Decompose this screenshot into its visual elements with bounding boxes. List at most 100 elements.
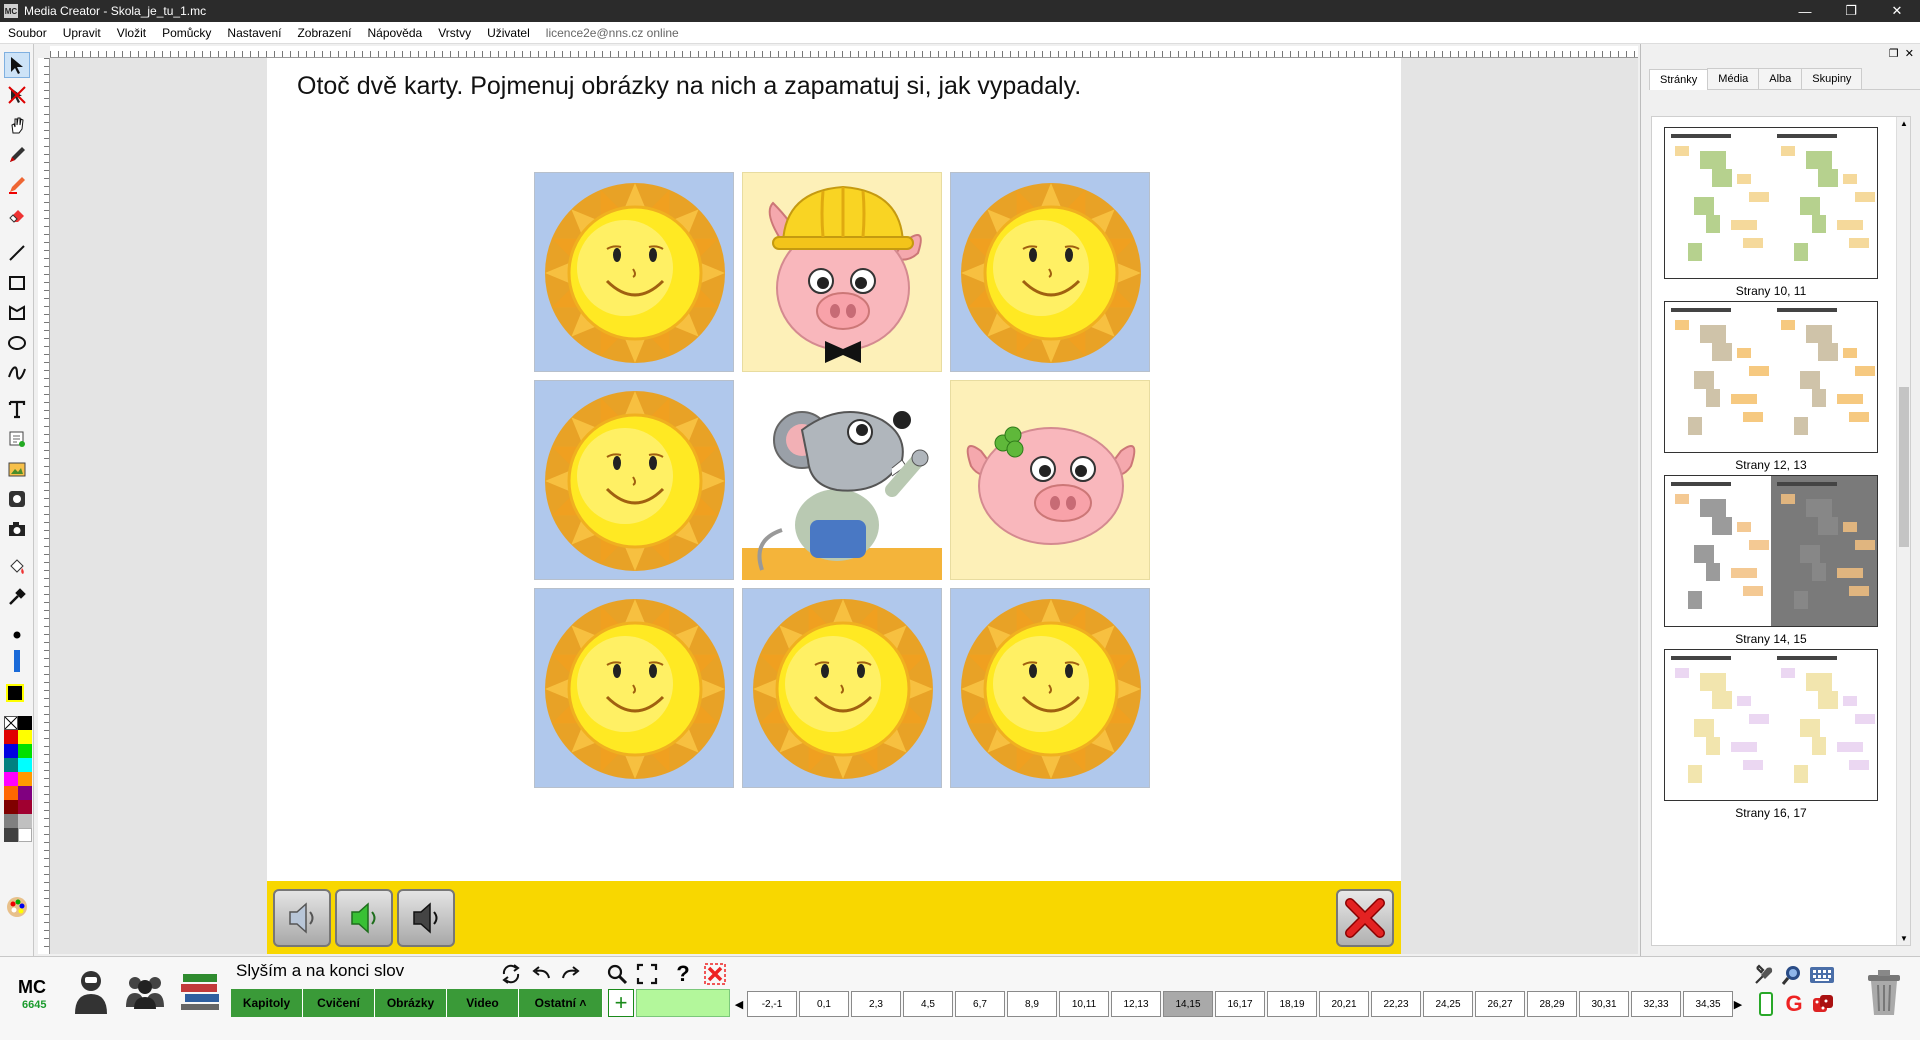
page-button[interactable]: 2,3 <box>851 991 901 1017</box>
maximize-button[interactable]: ❐ <box>1828 0 1874 22</box>
page-button[interactable]: 6,7 <box>955 991 1005 1017</box>
text-icon[interactable] <box>4 396 30 422</box>
color-crimson-icon[interactable] <box>18 800 32 814</box>
help-icon[interactable]: ? <box>672 961 694 987</box>
current-color-icon[interactable] <box>6 684 24 702</box>
tab-media[interactable]: Média <box>1707 68 1760 89</box>
keyboard-icon[interactable] <box>1808 963 1836 987</box>
color-green-icon[interactable] <box>18 744 32 758</box>
panel-close-icon[interactable]: ✕ <box>1905 47 1914 60</box>
refresh-icon[interactable] <box>498 961 524 987</box>
page-thumbnail[interactable] <box>1664 475 1881 627</box>
color-red-icon[interactable] <box>4 730 18 744</box>
memory-card-face-down[interactable] <box>950 588 1150 788</box>
color-black-icon[interactable] <box>18 716 32 730</box>
close-window-button[interactable]: ✕ <box>1874 0 1920 22</box>
scroll-down-icon[interactable]: ▼ <box>1900 934 1908 943</box>
rectangle-icon[interactable] <box>4 270 30 296</box>
page-thumbnail-list[interactable]: Strany 10, 11 Strany 12, 13 Strany 14, 15 S… <box>1651 116 1911 946</box>
page-thumbnail[interactable] <box>1664 649 1881 801</box>
insert-image-icon[interactable] <box>4 456 30 482</box>
memory-card-pig-clover[interactable] <box>950 380 1150 580</box>
color-palette-icon[interactable] <box>4 894 30 920</box>
page-button[interactable]: 14,15 <box>1163 991 1213 1017</box>
camera-icon[interactable] <box>4 516 30 542</box>
note-icon[interactable] <box>4 426 30 452</box>
kapitoly-button[interactable]: Kapitoly <box>231 989 303 1017</box>
eraser-icon[interactable] <box>4 202 30 228</box>
ostatni-button[interactable]: Ostatní ˄ <box>519 989 603 1017</box>
google-icon[interactable]: G <box>1782 991 1806 1017</box>
page-button[interactable]: 4,5 <box>903 991 953 1017</box>
page-thumbnail[interactable] <box>1664 127 1881 279</box>
pages-prev-icon[interactable]: ◀ <box>733 991 745 1017</box>
menu-napoveda[interactable]: Nápověda <box>359 26 430 40</box>
line-icon[interactable] <box>4 240 30 266</box>
page-button[interactable]: 16,17 <box>1215 991 1265 1017</box>
color-cyan-icon[interactable] <box>18 758 32 772</box>
phone-icon[interactable] <box>1756 991 1776 1017</box>
memory-card-face-down[interactable] <box>534 588 734 788</box>
color-maroon-icon[interactable] <box>4 800 18 814</box>
pen-icon[interactable] <box>4 142 30 168</box>
memory-card-face-down[interactable] <box>534 380 734 580</box>
trash-icon[interactable] <box>1862 965 1906 1019</box>
undo-icon[interactable] <box>528 961 554 987</box>
undock-icon[interactable]: ❐ <box>1889 47 1899 60</box>
page-thumbnail[interactable] <box>1664 301 1881 453</box>
magnifier-icon[interactable] <box>1780 963 1804 987</box>
menu-uzivatel[interactable]: Uživatel <box>479 26 538 40</box>
page-button[interactable]: 18,19 <box>1267 991 1317 1017</box>
memory-card-face-down[interactable] <box>534 172 734 372</box>
tab-alba[interactable]: Alba <box>1758 68 1803 89</box>
polygon-icon[interactable] <box>4 300 30 326</box>
menu-vrstvy[interactable]: Vrstvy <box>430 26 479 40</box>
color-teal-icon[interactable] <box>4 758 18 772</box>
tools-icon[interactable] <box>1752 963 1776 987</box>
ellipse-icon[interactable] <box>4 330 30 356</box>
search-icon[interactable] <box>604 961 630 987</box>
page-button[interactable]: 22,23 <box>1371 991 1421 1017</box>
cancel-select-icon[interactable] <box>4 82 30 108</box>
color-gray-icon[interactable] <box>4 814 18 828</box>
select-arrow-icon[interactable] <box>4 52 30 78</box>
media-icon[interactable] <box>4 486 30 512</box>
menu-pomucky[interactable]: Pomůcky <box>154 26 219 40</box>
menu-soubor[interactable]: Soubor <box>0 26 55 40</box>
page-button[interactable]: 0,1 <box>799 991 849 1017</box>
fullscreen-icon[interactable] <box>634 961 660 987</box>
books-icon[interactable] <box>178 967 224 1013</box>
sound-button-3[interactable] <box>397 889 455 947</box>
color-orange-icon[interactable] <box>18 772 32 786</box>
video-button[interactable]: Video <box>447 989 519 1017</box>
memory-card-pig-helmet[interactable] <box>742 172 942 372</box>
redo-icon[interactable] <box>558 961 584 987</box>
menu-zobrazeni[interactable]: Zobrazení <box>289 26 359 40</box>
tab-stranky[interactable]: Stránky <box>1649 69 1709 90</box>
color-yellow-icon[interactable] <box>18 730 32 744</box>
brush-size-dot-icon[interactable] <box>4 622 30 648</box>
page-button[interactable]: 20,21 <box>1319 991 1369 1017</box>
page-button[interactable]: 8,9 <box>1007 991 1057 1017</box>
page-button[interactable]: 28,29 <box>1527 991 1577 1017</box>
color-dark-gray-icon[interactable] <box>4 828 18 842</box>
fill-bucket-icon[interactable] <box>4 554 30 580</box>
color-magenta-icon[interactable] <box>4 772 18 786</box>
page-button[interactable]: 24,25 <box>1423 991 1473 1017</box>
dice-icon[interactable] <box>1810 991 1836 1017</box>
sound-button-2[interactable] <box>335 889 393 947</box>
color-light-gray-icon[interactable] <box>18 814 32 828</box>
scrollbar-thumb[interactable] <box>1899 387 1909 547</box>
menu-nastaveni[interactable]: Nastavení <box>219 26 289 40</box>
memory-card-mouse[interactable] <box>742 380 942 580</box>
opacity-slider-icon[interactable] <box>4 648 30 674</box>
add-icon[interactable]: + <box>608 989 634 1017</box>
page-button[interactable]: 34,35 <box>1683 991 1733 1017</box>
page-input-field[interactable] <box>636 989 730 1017</box>
no-color-icon[interactable] <box>4 716 18 730</box>
close-exercise-button[interactable] <box>1336 889 1394 947</box>
mc-logo[interactable]: MC <box>18 977 46 998</box>
memory-card-face-down[interactable] <box>950 172 1150 372</box>
page-button[interactable]: -2,-1 <box>747 991 797 1017</box>
color-purple-icon[interactable] <box>18 786 32 800</box>
